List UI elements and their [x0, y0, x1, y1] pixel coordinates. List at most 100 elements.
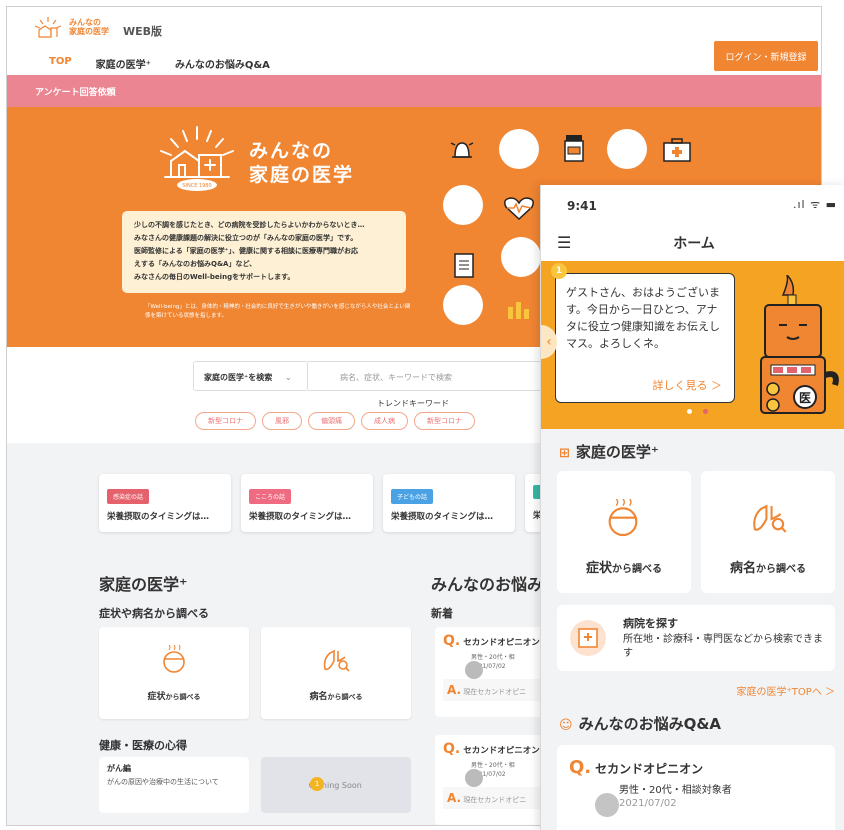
trend-keywords-label: トレンドキーワード — [377, 399, 449, 408]
doctor-glasses-icon — [501, 237, 541, 277]
hospital-icon — [570, 620, 606, 656]
nurse-icon — [607, 129, 647, 169]
qa-new-label: 新着 — [431, 607, 453, 620]
qa-meta-1: 男性・20代・相談対象者 — [619, 785, 732, 796]
survey-request-bar[interactable]: アンケート回答依頼 — [7, 75, 821, 107]
app-header-title: ホーム — [673, 236, 715, 252]
a-mark-icon: A. — [447, 791, 462, 805]
cancer-card[interactable]: がん編 がんの原因や治療中の生活について — [99, 757, 249, 813]
tile-sub-text: から調べる — [756, 564, 806, 575]
medicine-section-title: 家庭の医学⁺ — [575, 443, 659, 461]
hero-title-line2: 家庭の医学 — [249, 164, 355, 186]
hamburger-menu-icon[interactable]: ☰ — [557, 233, 571, 252]
alarm-bell-icon — [450, 142, 474, 158]
nav-home-medicine[interactable]: 家庭の医学⁺ — [84, 56, 163, 77]
qa-section-header: ☺ みんなのお悩みQ&A — [559, 713, 721, 734]
trend-chip[interactable]: 新型コロナ — [414, 412, 475, 430]
sick-face-icon — [163, 645, 185, 673]
hero-desc-line: みなさんの健康課題の解決に役立つのが「みんなの家庭の医学」です。 — [134, 234, 358, 242]
site-logo[interactable]: みんなの 家庭の医学 — [33, 15, 109, 39]
hero-desc-line: 少しの不調を感じたとき、どの病院を受診したらよいかわからないとき… — [134, 221, 365, 229]
trend-chip[interactable]: 新型コロナ — [195, 412, 256, 430]
qa-card[interactable]: Q. セカンドオピニオン 男性・20代・相談対象者 2021/07/02 — [557, 745, 835, 830]
search-by-symptom-tile[interactable]: 症状から調べる — [557, 471, 691, 593]
tile-sub-text: から調べる — [327, 693, 363, 701]
symptom-search-subtitle: 症状や病名から調べる — [99, 607, 209, 620]
lungs-search-icon — [323, 649, 350, 672]
cancer-card-title: がん編 — [107, 764, 131, 773]
qa-meta-2: 2021/07/02 — [619, 798, 677, 809]
trend-chip[interactable]: 成人病 — [361, 412, 408, 430]
medicine-section-title: 家庭の医学⁺ — [99, 575, 188, 594]
tile-main-text: 病名 — [309, 692, 328, 702]
qa-answer: 現在セカンドオピニ — [463, 688, 527, 696]
trend-chip[interactable]: 偏頭痛 — [308, 412, 355, 430]
search-scope-select[interactable]: 家庭の医学⁺を検索 ⌄ — [193, 361, 308, 391]
article-card[interactable]: 感染症の話 栄養摂取のタイミングは… — [99, 474, 231, 532]
chat-bubble-icon: ☺ — [559, 718, 573, 733]
woman-icon — [443, 185, 483, 225]
medicine-top-link[interactable]: 家庭の医学⁺TOPへ ＞ — [737, 683, 835, 698]
qa-answer: 現在セカンドオピニ — [463, 796, 527, 804]
sun-house-logo-icon — [34, 17, 62, 38]
find-hospital-title: 病院を探す — [623, 617, 678, 630]
sick-face-icon — [608, 499, 638, 537]
trend-chip[interactable]: 風邪 — [262, 412, 302, 430]
search-input[interactable]: 病名、症状、キーワードで検索 — [308, 361, 568, 391]
nav-top[interactable]: TOP — [37, 56, 84, 77]
login-signup-button[interactable]: ログイン・新規登録 — [714, 41, 818, 71]
tile-main-text: 病名 — [729, 561, 756, 576]
hero-description: 少しの不調を感じたとき、どの病院を受診したらよいかわからないとき… みなさんの健… — [122, 211, 406, 293]
app-header: ホーム ☰ — [541, 229, 844, 261]
find-hospital-card[interactable]: 病院を探す 所在地・診療科・専門医などから検索できます — [557, 605, 835, 671]
web-version-label: WEB版 — [123, 25, 163, 38]
greeting-bubble: ゲストさん、おはようございます。今日から一日ひとつ、アナタに役立つ健康知識をお伝… — [555, 273, 735, 403]
qa-question: セカンドオピニオン — [463, 638, 540, 648]
article-card[interactable]: こころの話 栄養摂取のタイミングは… — [241, 474, 373, 532]
nav-qa[interactable]: みんなのお悩みQ&A — [163, 56, 282, 77]
article-title: 栄養摂取のタイミングは… — [391, 512, 494, 522]
app-body: ⊞ 家庭の医学⁺ 症状から調べる 病名から調べる 病院を探す 所在地・診療科・専… — [541, 429, 844, 830]
search-by-disease-tile[interactable]: 病名から調べる — [261, 627, 411, 719]
infection-tag: 感染症の話 — [107, 489, 150, 504]
logo-line-1: みんなの — [69, 18, 101, 27]
qa-section-title: みんなのお悩み — [431, 575, 544, 594]
tile-sub-text: から調べる — [612, 564, 662, 575]
health-tips-title: 健康・医療の心得 — [99, 739, 187, 752]
chevron-down-icon: ⌄ — [285, 373, 292, 382]
bar-chart-icon — [508, 302, 529, 319]
qa-section-title: みんなのお悩みQ&A — [578, 715, 722, 733]
user-avatar-icon — [465, 769, 483, 787]
user-avatar-icon — [465, 661, 483, 679]
coming-soon-card: 1 Coming Soon — [261, 757, 411, 813]
tile-main-text: 症状 — [147, 692, 166, 702]
man-icon — [443, 285, 483, 325]
search-by-disease-tile[interactable]: 病名から調べる — [701, 471, 835, 593]
qa-question: セカンドオピニオン — [463, 746, 540, 756]
a-mark-icon: A. — [447, 683, 462, 697]
since-label: SINCE 1980 — [182, 183, 211, 189]
q-mark-icon: Q. — [443, 633, 461, 649]
medicine-section-header: ⊞ 家庭の医学⁺ — [559, 441, 659, 462]
hero-desc-line: みなさんの毎日のWell-beingをサポートします。 — [134, 273, 295, 281]
article-card[interactable]: 子どもの話 栄養摂取のタイミングは… — [383, 474, 515, 532]
main-nav: TOP 家庭の医学⁺ みんなのお悩みQ&A — [37, 56, 282, 77]
hero-desc-line: えする「みんなのお悩みQ&A」など、 — [134, 260, 257, 268]
greeting-banner[interactable]: ゲストさん、おはようございます。今日から一日ひとつ、アナタに役立つ健康知識をお伝… — [541, 261, 844, 429]
robot-badge-text: 医 — [799, 391, 811, 405]
read-more-link[interactable]: 詳しく見る ＞ — [653, 377, 723, 394]
search-scope-label: 家庭の医学⁺を検索 — [204, 373, 273, 382]
trend-keywords: 新型コロナ 風邪 偏頭痛 成人病 新型コロナ — [195, 412, 475, 430]
clipboard-icon — [454, 253, 474, 278]
cancer-card-desc: がんの原因や治療中の生活について — [107, 778, 219, 786]
find-hospital-desc: 所在地・診療科・専門医などから検索できます — [623, 634, 823, 659]
article-title: 栄養摂取のタイミングは… — [249, 512, 352, 522]
search-by-symptom-tile[interactable]: 症状から調べる — [99, 627, 249, 719]
children-tag: 子どもの話 — [391, 489, 434, 504]
carousel-dot[interactable] — [687, 409, 692, 414]
signal-wifi-battery-icon: .ıl ᯤ ▬ — [793, 198, 838, 211]
logo-line-2: 家庭の医学 — [69, 27, 109, 36]
carousel-dot-active[interactable] — [703, 409, 708, 414]
status-bar: 9:41 .ıl ᯤ ▬ — [541, 185, 844, 229]
status-time: 9:41 — [567, 199, 597, 213]
